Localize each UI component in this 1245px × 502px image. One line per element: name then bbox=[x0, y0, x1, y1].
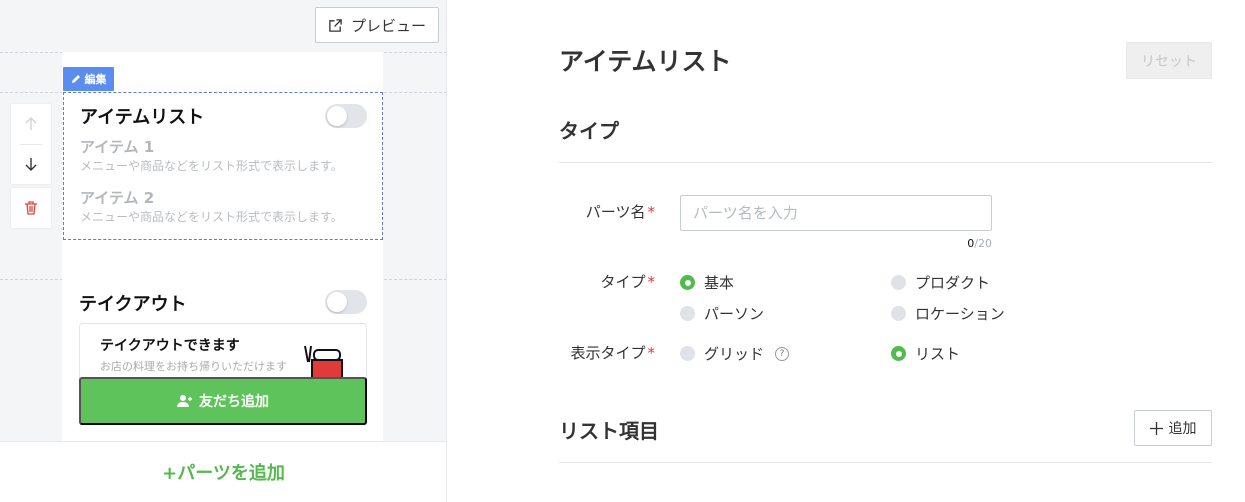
edit-tag-label: 編集 bbox=[84, 73, 107, 86]
preview-label: プレビュー bbox=[350, 17, 426, 35]
preview-button[interactable]: プレビュー bbox=[315, 7, 439, 43]
display-type-label-text: 表示タイプ bbox=[570, 344, 646, 362]
pencil-icon bbox=[71, 75, 80, 83]
radio-dot bbox=[680, 306, 695, 321]
add-user-icon bbox=[177, 395, 192, 407]
add-item-label: 追加 bbox=[1168, 420, 1197, 436]
required-mark: * bbox=[647, 273, 656, 291]
add-friend-label: 友だち追加 bbox=[199, 393, 269, 409]
radio-label: プロダクト bbox=[915, 274, 991, 292]
parts-name-label-text: パーツ名 bbox=[585, 203, 646, 221]
add-parts-button[interactable]: +パーツを追加 bbox=[0, 441, 446, 502]
takeout-box-icon bbox=[304, 345, 343, 381]
radio-basic[interactable]: 基本 bbox=[680, 272, 734, 293]
move-up-button[interactable] bbox=[11, 104, 51, 144]
radio-grid[interactable]: グリッド ? bbox=[680, 343, 790, 364]
radio-dot-selected bbox=[891, 346, 906, 361]
add-item-button[interactable]: 追加 bbox=[1134, 410, 1212, 446]
arrow-down-icon bbox=[25, 158, 37, 172]
add-parts-label: +パーツを追加 bbox=[162, 463, 285, 484]
radio-dot bbox=[680, 346, 695, 361]
parts-name-label: パーツ名 * bbox=[586, 201, 655, 222]
plus-icon bbox=[1149, 421, 1163, 435]
radio-dot bbox=[891, 306, 906, 321]
radio-location[interactable]: ロケーション bbox=[891, 303, 1005, 324]
radio-label: リスト bbox=[915, 345, 961, 363]
move-down-button[interactable] bbox=[11, 144, 51, 184]
item-title: アイテム 1 bbox=[80, 138, 155, 156]
move-controls bbox=[11, 104, 51, 184]
required-mark: * bbox=[647, 203, 656, 221]
radio-dot bbox=[891, 275, 906, 290]
section-divider bbox=[559, 162, 1212, 163]
arrow-up-icon bbox=[25, 116, 37, 130]
radio-product[interactable]: プロダクト bbox=[891, 272, 990, 293]
external-link-icon bbox=[329, 18, 342, 32]
radio-dot-selected bbox=[680, 275, 695, 290]
display-type-label: 表示タイプ * bbox=[570, 342, 655, 363]
block-toggle[interactable] bbox=[325, 104, 367, 128]
radio-label: グリッド bbox=[704, 345, 765, 363]
block-title: アイテムリスト bbox=[80, 107, 205, 128]
page-title: アイテムリスト bbox=[559, 47, 732, 76]
type-section-title: タイプ bbox=[559, 119, 619, 143]
takeout-toggle[interactable] bbox=[325, 290, 367, 314]
takeout-card[interactable]: テイクアウトできます お店の料理をお持ち帰りいただけます bbox=[79, 323, 367, 383]
radio-label: パーソン bbox=[704, 305, 765, 323]
takeout-card-sub: お店の料理をお持ち帰りいただけます bbox=[100, 360, 287, 373]
delete-button[interactable] bbox=[11, 188, 51, 228]
required-mark: * bbox=[647, 344, 656, 362]
parts-name-input[interactable] bbox=[680, 195, 992, 231]
trash-icon bbox=[25, 201, 37, 215]
takeout-title: テイクアウト bbox=[79, 294, 187, 315]
settings-panel: アイテムリスト リセット タイプ パーツ名* 0/20 タイプ* 基本 プロダク… bbox=[447, 0, 1245, 502]
radio-person[interactable]: パーソン bbox=[680, 303, 764, 324]
char-counter: 0/20 bbox=[957, 237, 992, 250]
radio-label: 基本 bbox=[704, 274, 735, 292]
type-label-text: タイプ bbox=[600, 273, 646, 291]
radio-label: ロケーション bbox=[915, 305, 1005, 323]
char-count-max: /20 bbox=[974, 237, 992, 250]
list-items-section-title: リスト項目 bbox=[559, 419, 659, 443]
reset-button[interactable]: リセット bbox=[1126, 42, 1212, 79]
item-desc: メニューや商品などをリスト形式で表示します。 bbox=[80, 210, 343, 224]
edit-tag[interactable]: 編集 bbox=[63, 67, 114, 91]
item-desc: メニューや商品などをリスト形式で表示します。 bbox=[80, 159, 343, 173]
item-title: アイテム 2 bbox=[80, 189, 155, 207]
section-divider bbox=[559, 462, 1212, 463]
editor-canvas: プレビュー 編集 アイテムリスト アイテム 1 メニューや商品などをリスト形式で… bbox=[0, 0, 447, 502]
add-friend-button[interactable]: 友だち追加 bbox=[79, 377, 367, 425]
help-icon[interactable]: ? bbox=[775, 346, 790, 361]
delete-control bbox=[11, 188, 51, 228]
item-list-block[interactable]: アイテムリスト アイテム 1 メニューや商品などをリスト形式で表示します。 アイ… bbox=[63, 92, 383, 240]
takeout-card-title: テイクアウトできます bbox=[100, 338, 240, 354]
radio-list[interactable]: リスト bbox=[891, 343, 960, 364]
type-label: タイプ * bbox=[600, 271, 655, 292]
